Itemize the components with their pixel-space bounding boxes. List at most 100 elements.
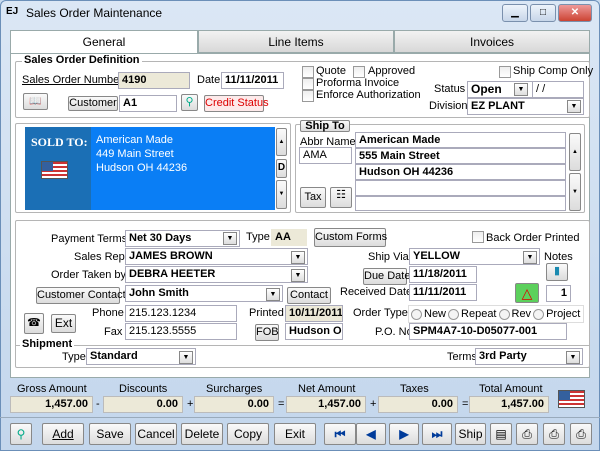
notes-icon[interactable]: ▮: [546, 263, 568, 281]
received-date-field[interactable]: 11/11/2011: [409, 284, 477, 301]
credit-status-button[interactable]: Credit Status: [204, 95, 269, 112]
address-line: Hudson OH 44236: [96, 162, 188, 174]
warning-triangle-icon[interactable]: △: [515, 283, 539, 303]
ext-button[interactable]: Ext: [51, 314, 76, 333]
ship-via-select[interactable]: YELLOW: [409, 248, 540, 265]
ship-comp-only-checkbox[interactable]: [499, 66, 511, 78]
add-button[interactable]: Add: [42, 423, 84, 445]
status-value: Open: [471, 82, 502, 96]
phone-icon[interactable]: ☎: [24, 313, 44, 334]
ship-button[interactable]: Ship: [455, 423, 486, 445]
tab-invoices[interactable]: Invoices: [394, 30, 590, 53]
type-label: Type: [246, 231, 270, 243]
print-icon[interactable]: ⎙: [516, 423, 538, 445]
copy-button[interactable]: Copy: [227, 423, 269, 445]
chevron-down-icon[interactable]: ▼: [179, 351, 193, 364]
approved-label: Approved: [368, 65, 416, 77]
customer-field[interactable]: A1: [119, 95, 177, 112]
chevron-down-icon[interactable]: ▼: [223, 232, 237, 245]
so-number-label[interactable]: Sales Order Number: [22, 74, 123, 86]
radio-repeat[interactable]: [448, 308, 460, 320]
count-field[interactable]: 1: [546, 285, 571, 302]
status-date-field[interactable]: / /: [532, 81, 584, 98]
proforma-checkbox[interactable]: [302, 78, 314, 90]
sales-rep-value: JAMES BROWN: [129, 250, 213, 262]
scroll-up-button[interactable]: ▲: [276, 128, 287, 156]
radio-project[interactable]: [533, 308, 545, 320]
enforce-authorization-checkbox[interactable]: [302, 90, 314, 102]
date-field[interactable]: 11/11/2011: [221, 72, 284, 89]
contact-button[interactable]: Contact: [287, 287, 331, 304]
gross-amount-field: 1,457.00: [10, 396, 93, 413]
next-record-icon[interactable]: ▶: [389, 423, 419, 445]
chevron-down-icon[interactable]: ▼: [291, 269, 305, 282]
shipment-group-title: Shipment: [20, 338, 75, 350]
exit-button[interactable]: Exit: [274, 423, 316, 445]
delete-button[interactable]: Delete: [181, 423, 223, 445]
tab-line-items[interactable]: Line Items: [198, 30, 394, 53]
phone-field[interactable]: 215.123.1234: [125, 305, 237, 322]
search-icon[interactable]: ⚲: [10, 423, 32, 445]
previous-record-icon[interactable]: ◀: [356, 423, 386, 445]
ship-to-button[interactable]: Ship To: [300, 120, 350, 132]
fax-field[interactable]: 215.123.5555: [125, 323, 237, 340]
taxes-label: Taxes: [400, 383, 429, 395]
scroll-down-button[interactable]: ▼: [569, 173, 581, 211]
quote-checkbox[interactable]: [302, 66, 314, 78]
print-icon[interactable]: ⎙: [570, 423, 592, 445]
quote-label: Quote: [316, 65, 346, 77]
sales-rep-select[interactable]: JAMES BROWN: [125, 248, 308, 265]
tax-button[interactable]: Tax: [300, 187, 326, 208]
radio-rev[interactable]: [498, 308, 510, 320]
due-date-button[interactable]: Due Date: [363, 268, 410, 285]
d-button[interactable]: D: [276, 159, 287, 178]
customer-button[interactable]: Customer: [68, 96, 118, 111]
shipment-divider: [15, 345, 590, 346]
scroll-up-button[interactable]: ▲: [569, 133, 581, 171]
order-taken-select[interactable]: DEBRA HEETER: [125, 266, 308, 283]
fob-button[interactable]: FOB: [255, 324, 279, 341]
so-number-field[interactable]: 4190: [118, 72, 190, 89]
ship-to-line-3[interactable]: Hudson OH 44236: [355, 164, 566, 180]
po-number-field[interactable]: SPM4A7-10-D05077-001: [409, 323, 567, 340]
close-button[interactable]: ✕: [558, 4, 592, 22]
gross-amount-label: Gross Amount: [17, 383, 87, 395]
chevron-down-icon[interactable]: ▼: [266, 288, 280, 301]
scroll-down-button[interactable]: ▼: [276, 180, 287, 209]
address-list-icon[interactable]: ☷: [330, 187, 352, 208]
save-button[interactable]: Save: [89, 423, 131, 445]
report-icon[interactable]: ▤: [490, 423, 512, 445]
printed-field[interactable]: 10/11/2011: [285, 305, 343, 322]
due-date-field[interactable]: 11/18/2011: [409, 266, 477, 283]
chevron-down-icon[interactable]: ▼: [523, 251, 537, 264]
ship-to-line-5[interactable]: [355, 196, 566, 211]
search-icon[interactable]: ⚲: [181, 94, 198, 111]
ship-to-line-1[interactable]: American Made: [355, 132, 566, 148]
tab-general[interactable]: General: [10, 30, 198, 54]
back-order-printed-checkbox[interactable]: [472, 231, 484, 243]
chevron-down-icon[interactable]: ▼: [291, 251, 305, 264]
first-record-icon[interactable]: ⏮: [324, 423, 356, 445]
cancel-button[interactable]: Cancel: [135, 423, 177, 445]
toolbar-divider: [0, 417, 600, 418]
type-field[interactable]: AA: [271, 229, 307, 246]
po-number-label: P.O. No: [375, 326, 413, 338]
ship-to-line-2[interactable]: 555 Main Street: [355, 148, 566, 164]
fob-field[interactable]: Hudson OH: [285, 323, 343, 340]
back-order-printed-label: Back Order Printed: [486, 232, 580, 244]
abbr-name-field[interactable]: AMA: [299, 147, 352, 164]
chevron-down-icon[interactable]: ▼: [566, 351, 580, 364]
customer-contact-button[interactable]: Customer Contact: [36, 287, 126, 304]
custom-forms-button[interactable]: Custom Forms: [314, 228, 387, 247]
book-icon[interactable]: 📖: [23, 93, 48, 110]
maximize-button[interactable]: □: [530, 4, 556, 22]
ship-to-line-4[interactable]: [355, 180, 566, 196]
print-icon[interactable]: ⎙: [543, 423, 565, 445]
minimize-button[interactable]: ▁: [502, 4, 528, 22]
payment-terms-label: Payment Terms: [51, 233, 128, 245]
chevron-down-icon[interactable]: ▼: [567, 100, 581, 113]
last-record-icon[interactable]: ⏭: [422, 423, 452, 445]
chevron-down-icon[interactable]: ▼: [514, 83, 528, 96]
contact-select[interactable]: John Smith: [125, 285, 283, 302]
radio-new[interactable]: [411, 308, 422, 320]
